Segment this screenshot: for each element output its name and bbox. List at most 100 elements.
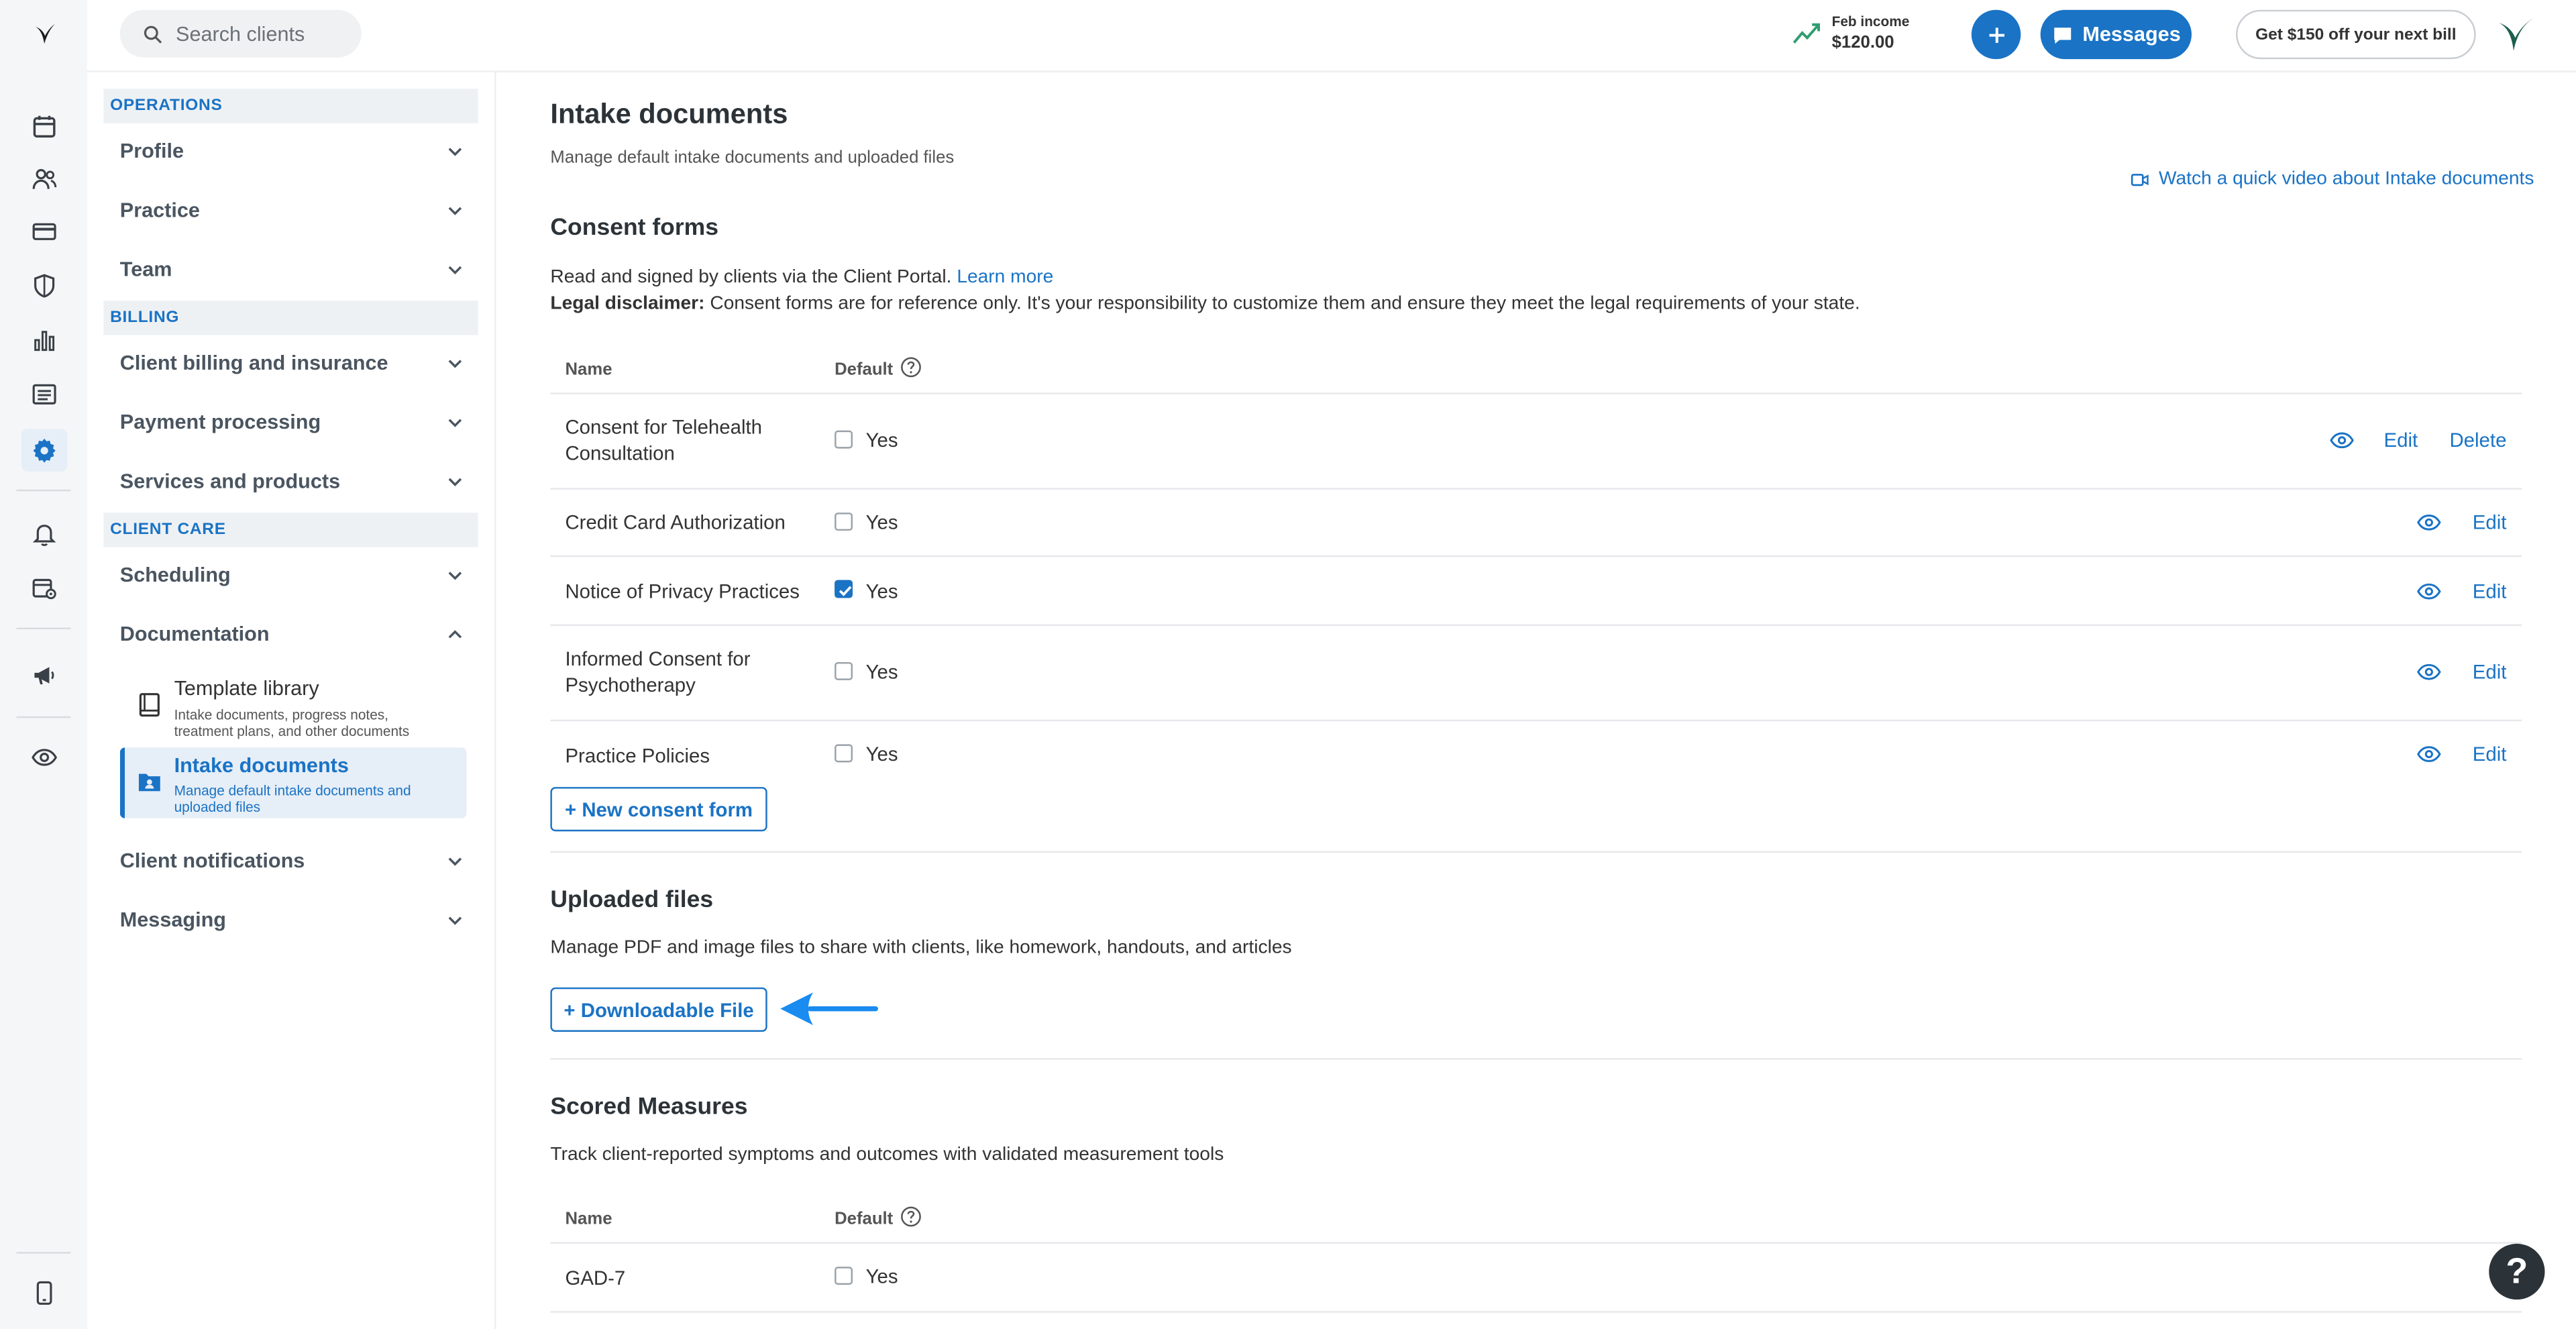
analytics-chart-icon[interactable] [26,322,62,358]
edit-link[interactable]: Edit [2473,743,2507,765]
messages-button[interactable]: Messages [2040,9,2192,60]
chevron-down-icon [448,572,462,580]
downloadable-file-button[interactable]: + Downloadable File [550,987,767,1032]
default-checkbox[interactable] [835,661,853,680]
column-default: Default [835,360,894,380]
nav-item-client-billing[interactable]: Client billing and insurance [120,338,465,387]
nav-subitem-template-library[interactable]: Template library Intake documents, progr… [120,667,462,743]
plus-icon [1988,27,2004,42]
arrow-pointer-icon [777,989,879,1028]
billing-card-icon[interactable] [26,213,62,250]
notifications-bell-icon[interactable] [26,516,62,552]
preview-eye-icon[interactable] [2416,582,2441,601]
video-link[interactable]: Watch a quick video about Intake documen… [2131,169,2534,189]
help-circle-icon[interactable] [900,356,922,378]
promo-button[interactable]: Get $150 off your next bill [2236,9,2476,60]
nav-item-label: Messaging [119,908,227,932]
insurance-shield-icon[interactable] [26,268,62,304]
nav-section-billing: BILLING [103,301,478,335]
edit-link[interactable]: Edit [2473,660,2507,683]
scored-measures-description: Track client-reported symptoms and outco… [550,1145,1224,1165]
nav-item-messaging[interactable]: Messaging [120,896,465,945]
default-checkbox-checked[interactable] [835,580,853,598]
row-divider [550,719,2522,722]
eye-icon[interactable] [26,739,62,776]
uploaded-files-description: Manage PDF and image files to share with… [550,938,1292,958]
video-camera-icon [2131,172,2149,185]
rail-divider [16,716,71,719]
chat-bubble-icon [2053,27,2071,43]
search-input[interactable]: Search clients [119,9,362,58]
nav-item-label: Team [119,258,172,281]
calendar-icon[interactable] [26,109,62,145]
delete-link[interactable]: Delete [2449,429,2506,451]
income-trend-icon [1792,19,1822,46]
preview-eye-icon[interactable] [2416,662,2441,682]
chevron-down-icon [448,916,462,925]
preview-eye-icon[interactable] [2416,744,2441,763]
edit-link[interactable]: Edit [2473,580,2507,602]
default-checkbox[interactable] [835,1267,853,1285]
nav-item-label: Client notifications [119,849,305,873]
reports-list-icon[interactable] [26,376,62,413]
nav-item-label: Profile [119,140,184,163]
learn-more-link[interactable]: Learn more [957,268,1053,287]
chevron-down-icon [448,857,462,866]
settings-gear-icon[interactable] [21,429,68,472]
nav-item-label: Practice [119,199,200,222]
income-value[interactable]: $120.00 [1832,33,1894,52]
settings-nav: OPERATIONS Profile Practice Team BILLING… [87,72,496,1329]
mobile-app-icon[interactable] [26,1275,62,1311]
nav-item-services-products[interactable]: Services and products [120,457,465,506]
add-button[interactable] [1971,9,2021,60]
chevron-down-icon [448,478,462,486]
section-divider [550,1058,2522,1060]
nav-section-operations: OPERATIONS [103,89,478,123]
nav-item-label: Services and products [119,470,341,493]
subitem-desc: Intake documents, progress notes, treatm… [174,706,410,740]
help-circle-icon[interactable] [900,1206,922,1228]
nav-item-client-notifications[interactable]: Client notifications [120,837,465,886]
default-checkbox[interactable] [835,430,853,449]
top-bar: Search clients Feb income $120.00 Messag… [87,0,2576,72]
income-label: Feb income [1831,13,1910,30]
rail-divider [16,1252,71,1254]
nav-item-documentation[interactable]: Documentation [120,610,465,659]
preview-eye-icon[interactable] [2416,513,2441,532]
folder-user-icon [138,774,160,792]
clients-icon[interactable] [26,161,62,197]
nav-item-profile[interactable]: Profile [120,127,465,176]
nav-item-team[interactable]: Team [120,245,465,294]
new-consent-form-button[interactable]: + New consent form [550,787,767,832]
consent-desc-text: Read and signed by clients via the Clien… [550,268,952,288]
yes-label: Yes [865,580,898,603]
brand-avatar-icon[interactable] [2494,13,2537,56]
nav-item-scheduling[interactable]: Scheduling [120,550,465,599]
subitem-title: Template library [174,676,319,700]
yes-label: Yes [865,511,898,534]
legal-disclaimer: Legal disclaimer: Consent forms are for … [550,294,1860,313]
nav-subitem-intake-documents[interactable]: Intake documents Manage default intake d… [119,747,467,818]
default-checkbox[interactable] [835,744,853,763]
chevron-down-icon [448,360,462,368]
section-divider [550,851,2522,853]
default-checkbox[interactable] [835,513,853,531]
help-button[interactable]: ? [2489,1243,2545,1300]
nav-item-payment-processing[interactable]: Payment processing [120,398,465,447]
yes-label: Yes [865,429,898,452]
subitem-desc: Manage default intake documents and uplo… [174,782,411,815]
search-placeholder: Search clients [176,22,305,46]
brand-logo-icon[interactable] [26,16,62,52]
edit-link[interactable]: Edit [2383,429,2418,451]
rail-divider [16,489,71,492]
nav-item-practice[interactable]: Practice [120,186,465,235]
announcements-megaphone-icon[interactable] [26,657,62,694]
chevron-down-icon [448,148,462,156]
page-title: Intake documents [550,98,788,130]
preview-eye-icon[interactable] [2330,431,2355,450]
disclaimer-text: Consent forms are for reference only. It… [710,294,1860,314]
consent-row-name: Informed Consent for Psychotherapy [565,647,751,697]
edit-link[interactable]: Edit [2473,511,2507,534]
subitem-title: Intake documents [174,754,349,778]
calendar-settings-icon[interactable] [26,570,62,606]
